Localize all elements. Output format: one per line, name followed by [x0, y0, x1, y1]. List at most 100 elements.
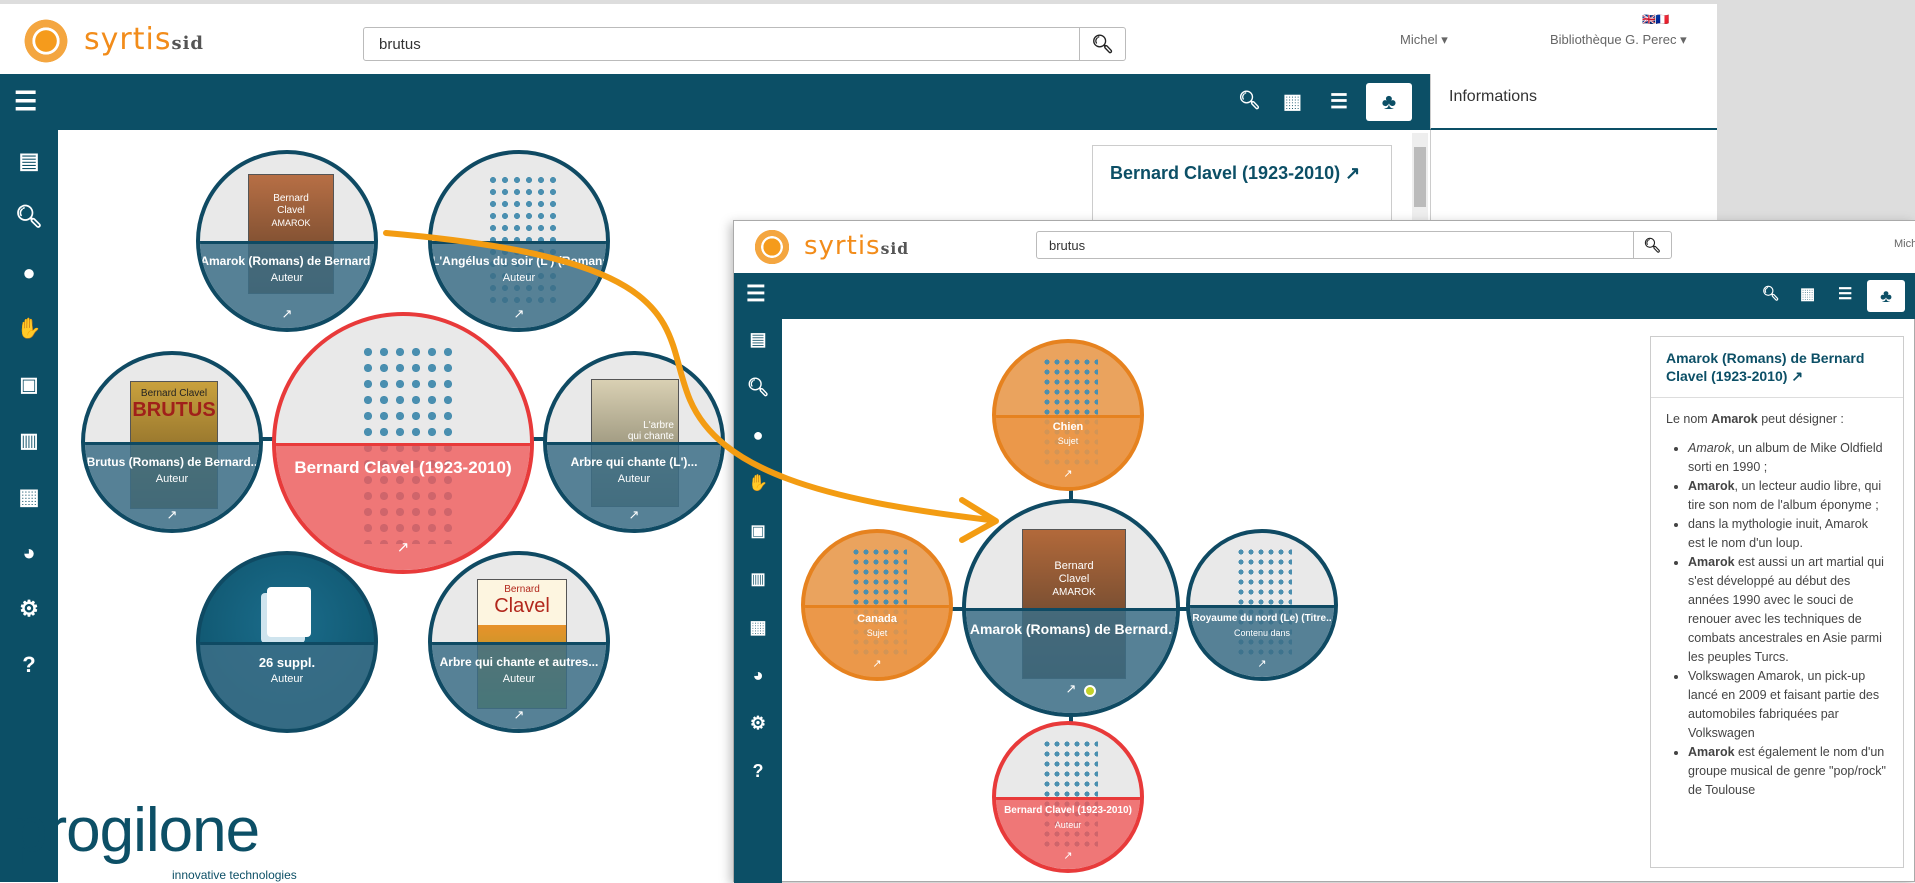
books-icon[interactable]: ▥	[744, 569, 772, 589]
card-list-item-term: Amarok	[1688, 479, 1735, 493]
node-subtitle: Auteur	[270, 673, 304, 685]
search-icon[interactable]: 🔍︎	[15, 204, 43, 230]
pie-chart-icon[interactable]: ◕	[15, 540, 43, 566]
info-panel-header: Informations	[1430, 74, 1717, 130]
app-logo[interactable]: syrtissid	[84, 22, 204, 57]
graph-node[interactable]: Bernard Clavel Arbre qui chante et autres…	[428, 551, 610, 733]
node-title: Chien	[1052, 421, 1084, 433]
card-list-item: Amarok, un lecteur audio libre, qui tire…	[1688, 477, 1888, 515]
search-input[interactable]	[364, 28, 1064, 60]
handshake-icon[interactable]: ✋	[15, 316, 43, 341]
tree-view-icon[interactable]: ♣	[1867, 280, 1905, 312]
record-icon[interactable]: ▤	[15, 148, 43, 174]
graph-node[interactable]: Bernard Clavel AMAROK Amarok (Romans) de B…	[196, 150, 378, 332]
list-view-icon[interactable]: ☰	[1838, 284, 1852, 304]
background-gray	[1717, 0, 1915, 225]
caret-down-icon: ▾	[1680, 32, 1687, 47]
share-icon[interactable]: ↗	[996, 849, 1140, 862]
node-subtitle: Sujet	[1057, 436, 1079, 446]
brand-logo: progilone	[13, 796, 260, 865]
share-icon[interactable]: ↗	[276, 538, 530, 556]
graph-node[interactable]: Canada Sujet ↗	[801, 529, 953, 681]
list-view-icon[interactable]: ☰	[1330, 89, 1348, 114]
share-icon[interactable]: ↗	[966, 681, 1176, 697]
top-header: syrtissid 🔍︎ Michel ▾ Bibliothèque G. Pe…	[0, 0, 1717, 74]
tree-view-icon[interactable]: ♣	[1366, 83, 1412, 121]
record-icon[interactable]: ▤	[744, 329, 772, 350]
open-book-icon[interactable]: ▣	[15, 372, 43, 397]
share-icon[interactable]: ↗	[200, 306, 374, 322]
node-title: Canada	[857, 613, 897, 625]
help-icon[interactable]: ?	[744, 761, 772, 782]
head-icon[interactable]: ●	[744, 425, 772, 446]
node-title: Bernard Clavel (1923-2010)	[1004, 805, 1132, 816]
user-menu[interactable]: Mich	[1894, 238, 1915, 250]
open-book-icon[interactable]: ▣	[744, 521, 772, 541]
node-title: Amarok (Romans) de Bernard.	[200, 254, 374, 268]
card-title[interactable]: Amarok (Romans) de Bernard Clavel (1923-…	[1666, 350, 1864, 384]
app-logo[interactable]: syrtissid	[804, 231, 909, 261]
graph-node[interactable]: Royaume du nord (Le) (Titre.. Contenu da…	[1186, 529, 1338, 681]
card-list-item-text: dans la mythologie inuit, Amarok est le …	[1688, 517, 1868, 550]
graph-node[interactable]: L'Angélus du soir (L') (Romans). Auteur …	[428, 150, 610, 332]
gear-icon[interactable]: ⚙	[744, 713, 772, 734]
graph-node[interactable]: Chien Sujet ↗	[992, 339, 1144, 491]
share-icon[interactable]: ↗	[85, 507, 259, 523]
gear-icon[interactable]: ⚙	[15, 596, 43, 622]
share-icon[interactable]: ↗	[805, 657, 949, 670]
main-navbar: ☰ 🔍︎ ▦ ☰ ♣	[0, 74, 1430, 130]
library-menu[interactable]: Bibliothèque G. Perec ▾	[1550, 32, 1687, 48]
card-list-item-text: Volkswagen Amarok, un pick-up lancé en 2…	[1688, 669, 1880, 740]
external-link-icon[interactable]: ↗	[1791, 368, 1803, 384]
graph-node[interactable]: L'arbre qui chante Arbre qui chante (L').…	[543, 351, 725, 533]
graph-more-node[interactable]: 26 suppl. Auteur	[196, 551, 378, 733]
card-intro: Le nom Amarok peut désigner :	[1666, 412, 1844, 426]
graph-center-node[interactable]: Bernard Clavel (1923-2010) ↗	[272, 312, 534, 574]
head-icon[interactable]: ●	[15, 260, 43, 286]
film-icon[interactable]: ▦	[744, 617, 772, 638]
grid-view-icon[interactable]: ▦	[1800, 284, 1815, 304]
card-list-item-term: Amarok	[1688, 555, 1735, 569]
search-icon[interactable]: 🔍︎	[744, 377, 772, 398]
hamburger-menu-icon[interactable]: ☰	[14, 88, 37, 114]
books-icon[interactable]: ▥	[15, 428, 43, 453]
info-card: Amarok (Romans) de Bernard Clavel (1923-…	[1650, 336, 1904, 868]
pie-chart-icon[interactable]: ◕	[744, 665, 772, 686]
share-icon[interactable]: ↗	[996, 467, 1140, 480]
user-menu[interactable]: Michel ▾	[1400, 32, 1448, 48]
grid-view-icon[interactable]: ▦	[1283, 89, 1302, 114]
share-icon[interactable]: ↗	[1190, 657, 1334, 670]
film-icon[interactable]: ▦	[15, 484, 43, 510]
card-list-item-term: Amarok	[1688, 745, 1735, 759]
syrtis-logo-icon[interactable]	[21, 16, 71, 66]
help-icon[interactable]: ?	[15, 652, 43, 678]
external-link-icon[interactable]: ↗	[1345, 163, 1360, 183]
graph-node[interactable]: Bernard Clavel BRUTUS Brutus (Romans) de …	[81, 351, 263, 533]
scrollbar[interactable]	[1412, 133, 1428, 225]
handshake-icon[interactable]: ✋	[744, 473, 772, 493]
search-view-icon[interactable]: 🔍︎	[1762, 285, 1780, 302]
share-icon[interactable]: ↗	[432, 306, 606, 322]
search-view-icon[interactable]: 🔍︎	[1238, 90, 1261, 111]
hamburger-menu-icon[interactable]: ☰	[746, 283, 766, 305]
graph-center-node[interactable]: Bernard Clavel AMAROK Amarok (Romans) de B…	[962, 499, 1180, 717]
syrtis-logo-icon[interactable]	[752, 227, 792, 267]
graph-node[interactable]: Bernard Clavel (1923-2010) Auteur ↗	[992, 721, 1144, 873]
node-subtitle: Auteur	[270, 272, 304, 284]
card-list-item: Volkswagen Amarok, un pick-up lancé en 2…	[1688, 667, 1888, 743]
top-header: syrtissid 🔍︎ Mich	[734, 221, 1915, 273]
card-list-item: Amarok est également le nom d'un groupe …	[1688, 743, 1888, 800]
search-input[interactable]	[1037, 232, 1617, 258]
share-icon[interactable]: ↗	[432, 707, 606, 723]
search-button[interactable]: 🔍︎	[1633, 232, 1671, 258]
language-flags-icon[interactable]: 🇬🇧🇫🇷	[1642, 13, 1669, 26]
share-icon[interactable]: ↗	[547, 507, 721, 523]
node-title: L'Angélus du soir (L') (Romans).	[432, 254, 606, 268]
search-button[interactable]: 🔍︎	[1079, 28, 1125, 60]
card-title[interactable]: Bernard Clavel (1923-2010)	[1110, 163, 1340, 183]
front-window: syrtissid 🔍︎ Mich ☰ 🔍︎ ▦ ☰ ♣ ▤ 🔍︎ ● ✋ ▣ …	[733, 220, 1915, 883]
search-box: 🔍︎	[1036, 231, 1672, 259]
card-list-item: Amarok, un album de Mike Oldfield sorti …	[1688, 439, 1888, 477]
left-sidebar: ▤ 🔍︎ ● ✋ ▣ ▥ ▦ ◕ ⚙ ?	[734, 319, 782, 883]
card-list: Amarok, un album de Mike Oldfield sorti …	[1688, 439, 1888, 800]
